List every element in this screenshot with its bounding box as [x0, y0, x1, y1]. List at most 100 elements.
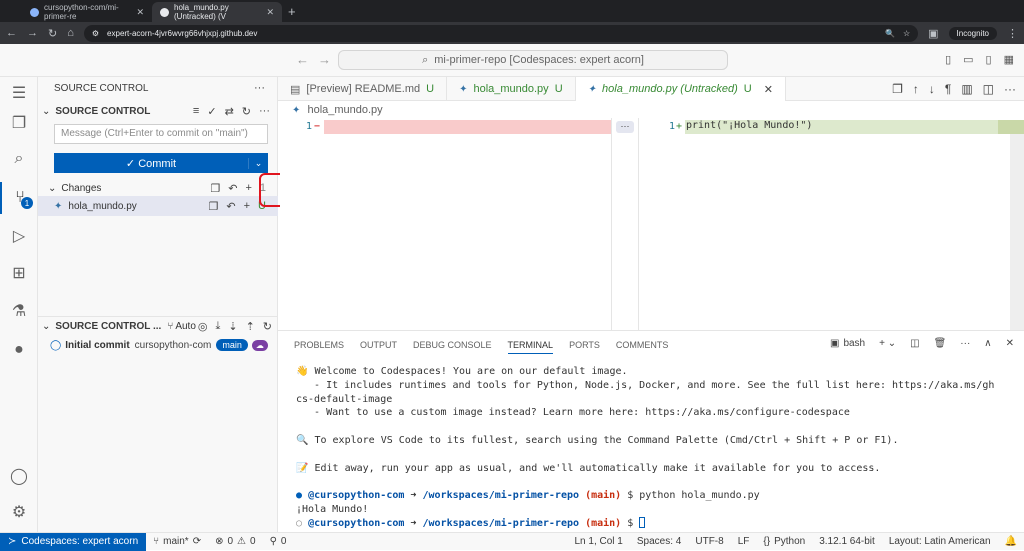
breadcrumb[interactable]: ✦ hola_mundo.py — [292, 104, 383, 116]
more-actions-icon[interactable]: ··· — [254, 82, 265, 94]
ports-status[interactable]: ⚲ 0 — [263, 536, 294, 547]
source-control-icon[interactable]: ⑂ 1 — [0, 182, 38, 214]
fold-unchanged-button[interactable]: ··· — [616, 121, 634, 133]
browser-tab-active[interactable]: hola_mundo.py (Untracked) (V ✕ — [152, 2, 282, 22]
refresh-icon[interactable]: ↻ — [242, 105, 251, 118]
discard-icon[interactable]: ↶ — [228, 182, 237, 195]
close-icon[interactable]: ✕ — [764, 83, 773, 96]
cursor-position[interactable]: Ln 1, Col 1 — [568, 536, 630, 547]
chevron-down-icon[interactable]: ⌄ — [42, 106, 50, 117]
account-icon[interactable]: ◯ — [0, 460, 38, 492]
diff-original-pane[interactable]: 1 − — [280, 118, 612, 330]
target-icon[interactable]: ◎ — [198, 320, 208, 333]
toggle-panel-icon[interactable]: ▭ — [963, 53, 973, 66]
browser-menu-icon[interactable]: ⋮ — [1007, 27, 1018, 40]
open-file-icon[interactable]: ❐ — [209, 200, 219, 213]
star-icon[interactable]: ☆ — [903, 29, 910, 38]
forward-arrow-icon[interactable]: → — [318, 52, 331, 67]
new-terminal-icon[interactable]: + ⌄ — [879, 338, 896, 349]
changed-file-row[interactable]: ✦ hola_mundo.py ❐ ↶ + U — [38, 196, 278, 216]
customize-layout-icon[interactable]: ▦ — [1004, 53, 1014, 66]
fetch-icon[interactable]: ⤓ — [215, 320, 220, 333]
minimap[interactable] — [998, 120, 1024, 134]
pull-request-icon[interactable]: ⇄ — [225, 105, 234, 118]
remote-indicator[interactable]: ≻ Codespaces: expert acorn — [0, 532, 147, 551]
menu-icon[interactable]: ☰ — [0, 77, 38, 109]
keyboard-layout[interactable]: Layout: Latin American — [882, 536, 998, 547]
forward-icon[interactable]: → — [27, 27, 38, 39]
next-change-icon[interactable]: ↓ — [929, 82, 935, 96]
commit-graph-row[interactable]: ◯ Initial commit cursopython-com main ☁ — [38, 335, 278, 355]
indentation[interactable]: Spaces: 4 — [630, 536, 688, 547]
search-icon[interactable]: ⌕ — [0, 143, 38, 175]
more-icon[interactable]: ··· — [960, 338, 970, 349]
problems-status[interactable]: ⊗ 0 ⚠ 0 — [208, 536, 262, 547]
view-as-tree-icon[interactable]: ≡ — [193, 105, 199, 118]
previous-change-icon[interactable]: ↑ — [913, 82, 919, 96]
tab-hola-mundo[interactable]: ✦ hola_mundo.py U — [447, 77, 576, 101]
inline-view-icon[interactable]: ▥ — [961, 82, 972, 96]
open-file-icon[interactable]: ❐ — [210, 182, 220, 195]
settings-gear-icon[interactable]: ⚙ — [0, 496, 38, 528]
diff-modified-pane[interactable]: 1 + print("¡Hola Mundo!") — [638, 118, 1024, 330]
tab-ports[interactable]: PORTS — [569, 340, 600, 354]
tab-debug-console[interactable]: DEBUG CONSOLE — [413, 340, 492, 354]
commit-message-input[interactable]: Message (Ctrl+Enter to commit on "main") — [54, 124, 268, 144]
url-field[interactable]: ⚙ expert-acorn-4jvr6wvrg66vhjxpj.github.… — [83, 24, 919, 42]
refresh-icon[interactable]: ↻ — [263, 320, 272, 333]
open-file-icon[interactable]: ❐ — [892, 82, 903, 96]
explorer-icon[interactable]: ❐ — [0, 107, 38, 139]
graph-auto[interactable]: Auto — [175, 321, 196, 332]
back-icon[interactable]: ← — [6, 27, 17, 39]
site-info-icon[interactable]: ⚙ — [92, 29, 99, 38]
github-icon[interactable]: ● — [0, 334, 38, 366]
maximize-panel-icon[interactable]: ∧ — [984, 338, 991, 349]
encoding[interactable]: UTF-8 — [688, 536, 730, 547]
terminal-output[interactable]: 👋 Welcome to Codespaces! You are on our … — [296, 365, 1016, 531]
tab-output[interactable]: OUTPUT — [360, 340, 397, 354]
close-icon[interactable]: ✕ — [266, 7, 274, 18]
commit-dropdown-icon[interactable]: ⌄ — [248, 157, 268, 169]
commit-check-icon[interactable]: ✓ — [207, 105, 216, 118]
home-icon[interactable]: ⌂ — [67, 27, 74, 39]
sync-icon[interactable]: ⟳ — [193, 536, 201, 547]
browser-tab[interactable]: cursopython-com/mi-primer-re ✕ — [22, 2, 152, 22]
command-center[interactable]: ⌕ mi-primer-repo [Codespaces: expert aco… — [338, 50, 728, 70]
zoom-icon[interactable]: 🔍 — [885, 29, 895, 38]
split-terminal-icon[interactable]: ◫ — [910, 338, 919, 349]
toggle-secondary-sidebar-icon[interactable]: ▯ — [986, 53, 992, 66]
interpreter[interactable]: 3.12.1 64-bit — [812, 536, 882, 547]
extensions-icon[interactable]: ▣ — [928, 27, 938, 40]
stage-all-plus-icon[interactable]: + — [245, 182, 251, 195]
stage-plus-icon[interactable]: + — [244, 200, 250, 213]
end-of-line[interactable]: LF — [731, 536, 757, 547]
close-panel-icon[interactable]: ✕ — [1006, 338, 1014, 349]
new-tab-icon[interactable]: + — [282, 4, 302, 22]
split-editor-icon[interactable]: ◫ — [983, 82, 994, 96]
branch-status[interactable]: ⑂ main* ⟳ — [146, 536, 208, 547]
back-arrow-icon[interactable]: ← — [296, 52, 309, 67]
kill-terminal-icon[interactable]: 🗑 — [934, 338, 947, 349]
commit-button[interactable]: ✓ Commit ⌄ — [54, 153, 268, 173]
language-mode[interactable]: {} Python — [756, 536, 812, 547]
close-icon[interactable]: ✕ — [136, 7, 144, 18]
whitespace-icon[interactable]: ¶ — [945, 82, 951, 96]
more-actions-icon[interactable]: ··· — [1004, 82, 1016, 96]
more-icon[interactable]: ··· — [259, 105, 270, 118]
tab-problems[interactable]: PROBLEMS — [294, 340, 344, 354]
discard-icon[interactable]: ↶ — [226, 200, 235, 213]
scrollbar[interactable] — [1010, 134, 1024, 330]
incognito-badge[interactable]: Incognito — [948, 26, 997, 40]
tab-terminal[interactable]: TERMINAL — [507, 340, 554, 354]
shell-name[interactable]: bash — [843, 338, 865, 349]
tab-comments[interactable]: COMMENTS — [616, 340, 669, 354]
run-debug-icon[interactable]: ▷ — [0, 220, 38, 252]
chevron-down-icon[interactable]: ⌄ — [42, 321, 50, 332]
testing-icon[interactable]: ⚗ — [0, 295, 38, 327]
tab-hola-mundo-untracked[interactable]: ✦ hola_mundo.py (Untracked) U ✕ — [575, 77, 786, 101]
toggle-sidebar-icon[interactable]: ▯ — [945, 53, 951, 66]
extensions-icon[interactable]: ⊞ — [0, 257, 38, 289]
changes-header[interactable]: ⌄ Changes ❐ ↶ + 1 — [38, 178, 278, 198]
notifications-icon[interactable]: 🔔 — [998, 536, 1024, 547]
tab-readme-preview[interactable]: ▤ [Preview] README.md U — [278, 77, 448, 101]
